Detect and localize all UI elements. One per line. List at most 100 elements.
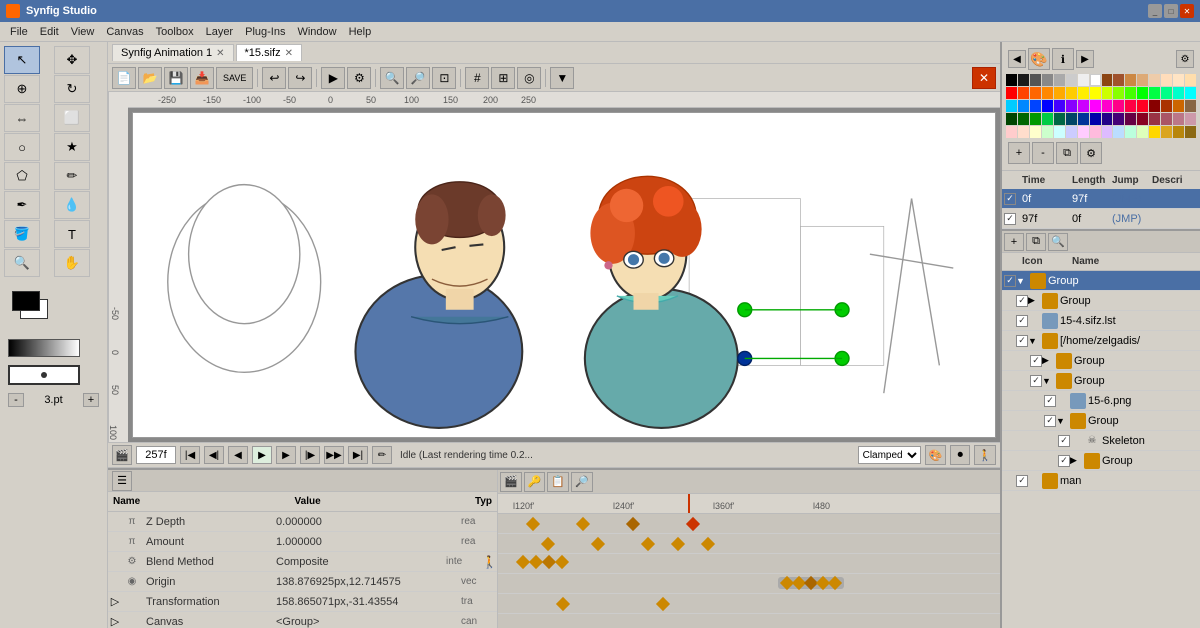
menu-edit[interactable]: Edit — [34, 24, 65, 40]
color-cell[interactable] — [1018, 126, 1029, 138]
color-cell[interactable] — [1054, 113, 1065, 125]
tab-animation1[interactable]: Synfig Animation 1 ✕ — [112, 44, 234, 61]
layer-expand[interactable]: ▼ — [1028, 336, 1040, 346]
color-cell[interactable] — [1125, 74, 1136, 86]
color-cell[interactable] — [1054, 100, 1065, 112]
tool-hand[interactable]: ✋ — [54, 249, 90, 277]
color-cell[interactable] — [1030, 100, 1041, 112]
color-cell[interactable] — [1042, 113, 1053, 125]
toolbar-stop[interactable]: ✕ — [972, 67, 996, 89]
color-cell[interactable] — [1161, 100, 1172, 112]
layer-check[interactable] — [1058, 455, 1070, 467]
color-cell[interactable] — [1018, 113, 1029, 125]
layer-expand[interactable]: ▶ — [1070, 455, 1082, 466]
keyframe-diamond[interactable] — [626, 517, 640, 531]
color-cell[interactable] — [1185, 126, 1196, 138]
toolbar-onion[interactable]: ◎ — [517, 67, 541, 89]
timeline-btn4[interactable]: 🔎 — [571, 472, 593, 492]
color-cell[interactable] — [1054, 87, 1065, 99]
toolbar-more[interactable]: ▼ — [550, 67, 574, 89]
toolbar-zoom-in[interactable]: 🔍 — [380, 67, 404, 89]
color-cell[interactable] — [1090, 113, 1101, 125]
keyframe-check-0[interactable] — [1002, 193, 1018, 205]
tool-fill[interactable]: 🪣 — [4, 220, 40, 248]
color-cell[interactable] — [1078, 100, 1089, 112]
palette-add[interactable]: + — [1008, 142, 1030, 164]
toolbar-zoom-out[interactable]: 🔎 — [406, 67, 430, 89]
layer-add[interactable]: + — [1004, 233, 1024, 251]
params-toggle[interactable]: ☰ — [112, 471, 132, 491]
color-blue[interactable] — [1042, 100, 1053, 112]
tool-eyedrop[interactable]: 💧 — [54, 191, 90, 219]
layer-check[interactable] — [1058, 435, 1070, 447]
keyframe-check-1[interactable] — [1002, 213, 1018, 225]
layer-check[interactable] — [1004, 275, 1016, 287]
color-cell[interactable] — [1137, 100, 1148, 112]
color-cell[interactable] — [1018, 100, 1029, 112]
palette-config[interactable]: ⚙ — [1080, 142, 1102, 164]
playback-draw[interactable]: ✏ — [372, 446, 392, 464]
palette-next[interactable]: ▶ — [1076, 50, 1094, 68]
color-cell[interactable] — [1113, 87, 1124, 99]
menu-layer[interactable]: Layer — [200, 24, 240, 40]
toolbar-new[interactable]: 📄 — [112, 67, 136, 89]
color-cell[interactable] — [1113, 100, 1124, 112]
layer-check[interactable] — [1044, 415, 1056, 427]
color-black[interactable] — [1006, 74, 1017, 86]
palette-icon[interactable]: 🎨 — [1028, 48, 1050, 70]
keyframe-jump-1[interactable]: (JMP) — [1108, 213, 1148, 225]
menu-file[interactable]: File — [4, 24, 34, 40]
toolbar-redo[interactable]: ↪ — [288, 67, 312, 89]
playback-first[interactable]: |◀ — [180, 446, 200, 464]
palette-settings[interactable]: ⚙ — [1176, 50, 1194, 68]
color-cell[interactable] — [1078, 87, 1089, 99]
toolbar-fit[interactable]: ⊡ — [432, 67, 456, 89]
menu-view[interactable]: View — [65, 24, 101, 40]
color-cell[interactable] — [1137, 74, 1148, 86]
color-cell[interactable] — [1078, 126, 1089, 138]
color-cell[interactable] — [1173, 74, 1184, 86]
tool-star[interactable]: ★ — [54, 133, 90, 161]
toolbar-grid[interactable]: # — [465, 67, 489, 89]
color-cell[interactable] — [1066, 113, 1077, 125]
keyframe-diamond[interactable] — [686, 517, 700, 531]
toolbar-render-opts[interactable]: ⚙ — [347, 67, 371, 89]
char-btn[interactable]: 🚶 — [974, 445, 996, 465]
keyframe-diamond[interactable] — [641, 537, 655, 551]
record-btn[interactable]: ⏺ — [950, 445, 970, 465]
color-cell[interactable] — [1078, 113, 1089, 125]
color-cell[interactable] — [1125, 126, 1136, 138]
fg-color-swatch[interactable] — [12, 291, 40, 311]
color-cell[interactable] — [1018, 74, 1029, 86]
menu-canvas[interactable]: Canvas — [100, 24, 149, 40]
color-cell[interactable] — [1066, 100, 1077, 112]
color-cell[interactable] — [1149, 113, 1160, 125]
playback-prev-frame[interactable]: ◀ — [228, 446, 248, 464]
color-cell[interactable] — [1125, 113, 1136, 125]
keyframe-diamond[interactable] — [671, 537, 685, 551]
tool-smooth[interactable]: ⊕ — [4, 75, 40, 103]
toolbar-save-label[interactable]: SAVE — [216, 67, 253, 89]
gradient-bar[interactable] — [8, 339, 80, 357]
playback-prev-key[interactable]: ◀| — [204, 446, 224, 464]
color-cell[interactable] — [1042, 87, 1053, 99]
timeline-btn1[interactable]: 🎬 — [500, 472, 522, 492]
pt-minus-button[interactable]: - — [8, 393, 24, 407]
render-btn[interactable]: 🎨 — [925, 445, 947, 465]
color-cell[interactable] — [1113, 113, 1124, 125]
color-cell[interactable] — [1066, 74, 1077, 86]
color-cell[interactable] — [1149, 100, 1160, 112]
menu-window[interactable]: Window — [291, 24, 342, 40]
timeline-btn3[interactable]: 📋 — [547, 472, 569, 492]
keyframe-jump-0[interactable]: (JMP) — [1108, 193, 1148, 205]
frame-input[interactable] — [136, 446, 176, 464]
toolbar-open[interactable]: 📂 — [138, 67, 162, 89]
color-cell[interactable] — [1030, 87, 1041, 99]
color-cell[interactable] — [1042, 126, 1053, 138]
color-white[interactable] — [1090, 74, 1101, 86]
layer-expand[interactable]: ▼ — [1056, 416, 1068, 426]
tool-transform[interactable]: ✥ — [54, 46, 90, 74]
tool-polygon[interactable]: ⬠ — [4, 162, 40, 190]
palette-info[interactable]: ℹ — [1052, 48, 1074, 70]
minimize-button[interactable]: _ — [1148, 4, 1162, 18]
